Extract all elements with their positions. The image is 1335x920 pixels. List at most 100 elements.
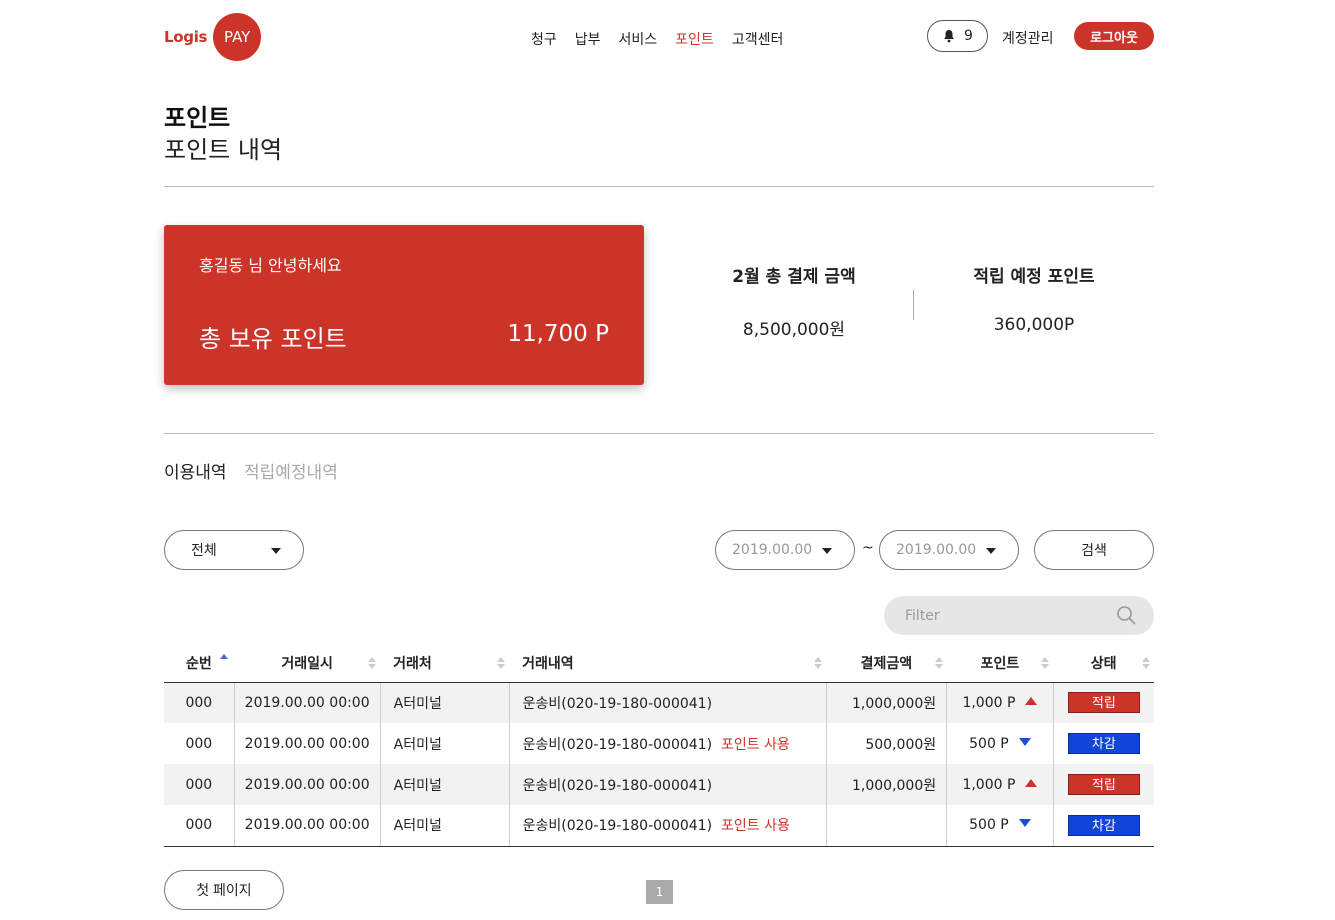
sort-icon[interactable]: [368, 656, 377, 670]
detail-text: 운송비(020-19-180-000041): [522, 777, 713, 794]
total-points-value: 11,700 P: [507, 321, 609, 347]
nav-item-points[interactable]: 포인트: [675, 29, 714, 49]
cell-detail: 운송비(020-19-180-000041) 포인트 사용: [509, 805, 827, 847]
sort-icon[interactable]: [1142, 656, 1150, 670]
filter-input[interactable]: Filter: [884, 596, 1154, 635]
decrease-arrow-icon: [1018, 819, 1031, 828]
point-usage-tag: 포인트 사용: [721, 736, 790, 753]
cell-datetime: 2019.00.00 00:00: [234, 723, 381, 764]
status-badge: 차감: [1067, 733, 1140, 754]
monthly-payment-value: 8,500,000원: [742, 320, 846, 340]
col-header-detail-label: 거래내역: [522, 656, 574, 673]
search-icon[interactable]: [1116, 605, 1136, 625]
sort-icon[interactable]: [814, 656, 823, 670]
points-summary-card: 홍길동 님 안녕하세요 총 보유 포인트 11,700 P: [164, 225, 644, 385]
col-header-status-label: 상태: [1090, 656, 1117, 673]
stat-divider: [913, 290, 914, 320]
date-from-select[interactable]: 2019.00.00: [715, 530, 855, 570]
expected-points-value: 360,000P: [993, 315, 1075, 335]
cell-num: 000: [164, 723, 235, 764]
logout-button[interactable]: 로그아웃: [1074, 22, 1154, 50]
col-header-amount-label: 결제금액: [860, 656, 913, 673]
increase-arrow-icon: [1025, 778, 1038, 787]
date-from-value: 2019.00.00: [732, 542, 813, 558]
col-header-num[interactable]: 순번: [164, 645, 235, 683]
points-text: 1,000 P: [962, 776, 1016, 793]
logo[interactable]: Logis PAY: [164, 13, 262, 61]
table-row[interactable]: 000 2019.00.00 00:00 A터미널 운송비(020-19-180…: [164, 723, 1154, 764]
cell-points: 1,000 P: [946, 764, 1054, 805]
col-header-points-label: 포인트: [980, 656, 1020, 673]
total-points-label: 총 보유 포인트: [199, 325, 347, 353]
chevron-down-icon: [271, 548, 281, 554]
nav-item-payment[interactable]: 납부: [575, 29, 601, 49]
type-select[interactable]: 전체: [164, 530, 304, 570]
search-button[interactable]: 검색: [1034, 530, 1154, 570]
greeting-text: 홍길동 님 안녕하세요: [199, 256, 342, 275]
page-subtitle: 포인트 내역: [164, 136, 283, 164]
cell-amount: 1,000,000원: [826, 682, 948, 723]
col-header-partner[interactable]: 거래처: [380, 645, 510, 683]
points-table: 순번 거래일시 거래처 거래내역 결제금액 포인트 상태 000 2019.00…: [164, 645, 1154, 847]
chevron-down-icon: [986, 548, 996, 554]
cell-points: 500 P: [946, 805, 1054, 847]
nav-item-billing[interactable]: 청구: [531, 29, 557, 49]
col-header-datetime-label: 거래일시: [281, 656, 333, 673]
cell-datetime: 2019.00.00 00:00: [234, 805, 381, 847]
notification-button[interactable]: 9: [927, 20, 988, 52]
col-header-num-label: 순번: [186, 656, 212, 673]
account-management-link[interactable]: 계정관리: [1002, 28, 1054, 48]
logo-badge: PAY: [213, 13, 262, 61]
col-header-partner-label: 거래처: [393, 656, 432, 673]
bell-icon: [944, 30, 955, 43]
sort-icon[interactable]: [934, 656, 943, 670]
detail-text: 운송비(020-19-180-000041): [522, 736, 713, 753]
detail-text: 운송비(020-19-180-000041): [522, 818, 713, 835]
point-usage-tag: 포인트 사용: [721, 818, 790, 835]
table-row[interactable]: 000 2019.00.00 00:00 A터미널 운송비(020-19-180…: [164, 682, 1154, 723]
detail-text: 운송비(020-19-180-000041): [522, 695, 713, 712]
cell-points: 500 P: [946, 723, 1054, 764]
nav-item-support[interactable]: 고객센터: [732, 29, 784, 49]
expected-points-label: 적립 예정 포인트: [973, 267, 1095, 287]
col-header-points[interactable]: 포인트: [946, 645, 1054, 683]
cell-num: 000: [164, 682, 235, 723]
date-to-select[interactable]: 2019.00.00: [879, 530, 1019, 570]
cell-detail: 운송비(020-19-180-000041): [509, 764, 827, 805]
status-badge: 차감: [1067, 814, 1140, 836]
cell-num: 000: [164, 805, 235, 847]
cell-points: 1,000 P: [946, 682, 1054, 723]
nav-item-service[interactable]: 서비스: [619, 29, 658, 49]
increase-arrow-icon: [1025, 696, 1038, 705]
table-row[interactable]: 000 2019.00.00 00:00 A터미널 운송비(020-19-180…: [164, 764, 1154, 805]
sort-icon[interactable]: [497, 656, 506, 670]
table-row[interactable]: 000 2019.00.00 00:00 A터미널 운송비(020-19-180…: [164, 805, 1154, 847]
cell-partner: A터미널: [380, 682, 510, 723]
cell-datetime: 2019.00.00 00:00: [234, 764, 381, 805]
status-badge: 적립: [1067, 774, 1140, 795]
cell-amount: 1,000,000원: [826, 764, 948, 805]
col-header-detail[interactable]: 거래내역: [509, 645, 827, 683]
cell-amount: 500,000원: [826, 723, 948, 764]
cell-datetime: 2019.00.00 00:00: [234, 682, 381, 723]
cell-num: 000: [164, 764, 235, 805]
sort-asc-icon[interactable]: [220, 653, 228, 667]
monthly-payment-label: 2월 총 결제 금액: [732, 267, 856, 287]
sort-icon[interactable]: [1041, 656, 1050, 670]
status-badge: 적립: [1067, 692, 1140, 714]
logo-text: Logis: [164, 28, 208, 46]
points-text: 500 P: [969, 735, 1009, 752]
col-header-status[interactable]: 상태: [1053, 645, 1154, 683]
tab-usage-history[interactable]: 이용내역: [164, 458, 227, 483]
cell-status: 차감: [1053, 723, 1154, 764]
first-page-button[interactable]: 첫 페이지: [164, 870, 284, 910]
col-header-amount[interactable]: 결제금액: [826, 645, 947, 683]
decrease-arrow-icon: [1018, 737, 1031, 746]
tab-expected-history[interactable]: 적립예정내역: [244, 458, 338, 483]
cell-detail: 운송비(020-19-180-000041) 포인트 사용: [509, 723, 827, 764]
chevron-down-icon: [822, 548, 832, 554]
page-title: 포인트: [164, 104, 231, 132]
cell-amount: [826, 805, 948, 847]
col-header-datetime[interactable]: 거래일시: [234, 645, 381, 683]
page-number-current[interactable]: 1: [646, 880, 673, 904]
